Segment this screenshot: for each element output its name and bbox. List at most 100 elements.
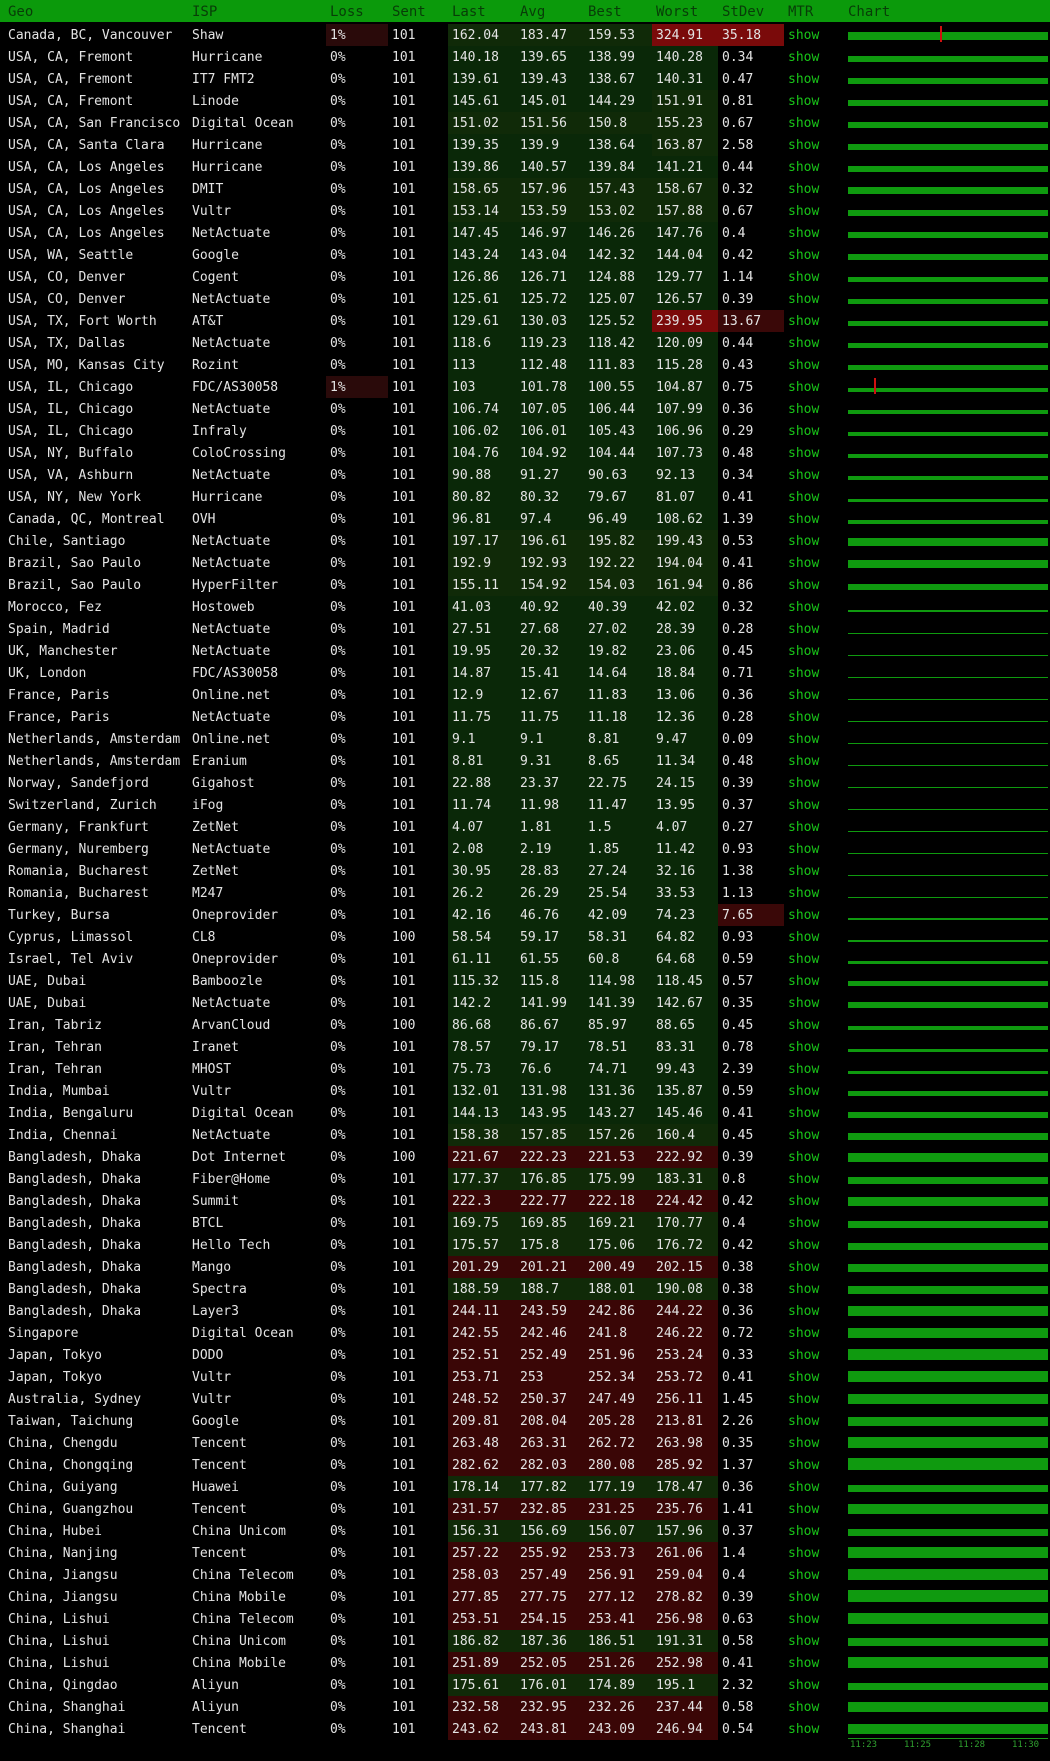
mtr-show-link[interactable]: show bbox=[788, 28, 819, 43]
best-cell: 11.18 bbox=[588, 710, 628, 725]
header-best[interactable]: Best bbox=[588, 4, 622, 20]
mtr-show-link[interactable]: show bbox=[788, 1436, 819, 1451]
mtr-show-link[interactable]: show bbox=[788, 270, 819, 285]
mtr-show-link[interactable]: show bbox=[788, 952, 819, 967]
header-last[interactable]: Last bbox=[452, 4, 486, 20]
mtr-show-link[interactable]: show bbox=[788, 666, 819, 681]
mtr-show-link[interactable]: show bbox=[788, 644, 819, 659]
mtr-show-link[interactable]: show bbox=[788, 1612, 819, 1627]
mtr-show-link[interactable]: show bbox=[788, 1656, 819, 1671]
mtr-show-link[interactable]: show bbox=[788, 1040, 819, 1055]
worst-cell: 147.76 bbox=[656, 226, 703, 241]
mtr-show-link[interactable]: show bbox=[788, 754, 819, 769]
mtr-show-link[interactable]: show bbox=[788, 974, 819, 989]
geo-cell: USA, CO, Denver bbox=[8, 292, 126, 307]
header-worst[interactable]: Worst bbox=[656, 4, 698, 20]
avg-cell: 157.85 bbox=[520, 1128, 567, 1143]
mtr-show-link[interactable]: show bbox=[788, 908, 819, 923]
mtr-show-link[interactable]: show bbox=[788, 1568, 819, 1583]
mtr-show-link[interactable]: show bbox=[788, 1216, 819, 1231]
mtr-show-link[interactable]: show bbox=[788, 1326, 819, 1341]
isp-cell: Hurricane bbox=[192, 138, 263, 153]
mtr-show-link[interactable]: show bbox=[788, 160, 819, 175]
mtr-show-link[interactable]: show bbox=[788, 732, 819, 747]
header-stdev[interactable]: StDev bbox=[722, 4, 764, 20]
mtr-show-link[interactable]: show bbox=[788, 1348, 819, 1363]
mtr-show-link[interactable]: show bbox=[788, 622, 819, 637]
mtr-show-link[interactable]: show bbox=[788, 1392, 819, 1407]
header-isp[interactable]: ISP bbox=[192, 4, 217, 20]
mtr-show-link[interactable]: show bbox=[788, 314, 819, 329]
mtr-show-link[interactable]: show bbox=[788, 996, 819, 1011]
mtr-show-link[interactable]: show bbox=[788, 402, 819, 417]
mtr-show-link[interactable]: show bbox=[788, 534, 819, 549]
mtr-show-link[interactable]: show bbox=[788, 50, 819, 65]
mtr-show-link[interactable]: show bbox=[788, 292, 819, 307]
mtr-show-link[interactable]: show bbox=[788, 1502, 819, 1517]
mtr-show-link[interactable]: show bbox=[788, 1194, 819, 1209]
mtr-show-link[interactable]: show bbox=[788, 490, 819, 505]
mtr-show-link[interactable]: show bbox=[788, 1524, 819, 1539]
mtr-show-link[interactable]: show bbox=[788, 204, 819, 219]
mtr-show-link[interactable]: show bbox=[788, 358, 819, 373]
mtr-show-link[interactable]: show bbox=[788, 1084, 819, 1099]
loss-cell: 0% bbox=[330, 94, 346, 109]
mtr-show-link[interactable]: show bbox=[788, 820, 819, 835]
mtr-show-link[interactable]: show bbox=[788, 336, 819, 351]
mtr-show-link[interactable]: show bbox=[788, 1700, 819, 1715]
mtr-show-link[interactable]: show bbox=[788, 600, 819, 615]
mtr-show-link[interactable]: show bbox=[788, 1370, 819, 1385]
mtr-show-link[interactable]: show bbox=[788, 446, 819, 461]
mtr-show-link[interactable]: show bbox=[788, 94, 819, 109]
header-mtr[interactable]: MTR bbox=[788, 4, 813, 20]
header-sent[interactable]: Sent bbox=[392, 4, 426, 20]
mtr-show-link[interactable]: show bbox=[788, 72, 819, 87]
header-avg[interactable]: Avg bbox=[520, 4, 545, 20]
mtr-show-link[interactable]: show bbox=[788, 1106, 819, 1121]
mtr-show-link[interactable]: show bbox=[788, 1304, 819, 1319]
mtr-show-link[interactable]: show bbox=[788, 1590, 819, 1605]
mtr-show-link[interactable]: show bbox=[788, 424, 819, 439]
latency-sparkline bbox=[848, 853, 1048, 854]
mtr-show-link[interactable]: show bbox=[788, 468, 819, 483]
mtr-show-link[interactable]: show bbox=[788, 886, 819, 901]
mtr-show-link[interactable]: show bbox=[788, 776, 819, 791]
mtr-show-link[interactable]: show bbox=[788, 578, 819, 593]
mtr-show-link[interactable]: show bbox=[788, 1458, 819, 1473]
mtr-show-link[interactable]: show bbox=[788, 248, 819, 263]
header-geo[interactable]: Geo bbox=[8, 4, 33, 20]
avg-cell: 208.04 bbox=[520, 1414, 567, 1429]
sent-cell: 101 bbox=[392, 1194, 416, 1209]
mtr-show-link[interactable]: show bbox=[788, 864, 819, 879]
header-loss[interactable]: Loss bbox=[330, 4, 364, 20]
mtr-show-link[interactable]: show bbox=[788, 1150, 819, 1165]
mtr-show-link[interactable]: show bbox=[788, 842, 819, 857]
mtr-show-link[interactable]: show bbox=[788, 1282, 819, 1297]
mtr-show-link[interactable]: show bbox=[788, 1238, 819, 1253]
mtr-show-link[interactable]: show bbox=[788, 930, 819, 945]
mtr-show-link[interactable]: show bbox=[788, 1062, 819, 1077]
mtr-show-link[interactable]: show bbox=[788, 1414, 819, 1429]
mtr-show-link[interactable]: show bbox=[788, 1128, 819, 1143]
worst-cell: 140.28 bbox=[656, 50, 703, 65]
mtr-show-link[interactable]: show bbox=[788, 512, 819, 527]
mtr-show-link[interactable]: show bbox=[788, 1480, 819, 1495]
mtr-show-link[interactable]: show bbox=[788, 1546, 819, 1561]
mtr-show-link[interactable]: show bbox=[788, 1172, 819, 1187]
worst-cell: 81.07 bbox=[656, 490, 696, 505]
mtr-show-link[interactable]: show bbox=[788, 1722, 819, 1737]
mtr-show-link[interactable]: show bbox=[788, 710, 819, 725]
mtr-show-link[interactable]: show bbox=[788, 1678, 819, 1693]
mtr-show-link[interactable]: show bbox=[788, 226, 819, 241]
mtr-show-link[interactable]: show bbox=[788, 380, 819, 395]
mtr-show-link[interactable]: show bbox=[788, 116, 819, 131]
mtr-show-link[interactable]: show bbox=[788, 1634, 819, 1649]
mtr-show-link[interactable]: show bbox=[788, 182, 819, 197]
mtr-show-link[interactable]: show bbox=[788, 138, 819, 153]
mtr-show-link[interactable]: show bbox=[788, 1260, 819, 1275]
mtr-show-link[interactable]: show bbox=[788, 798, 819, 813]
mtr-show-link[interactable]: show bbox=[788, 688, 819, 703]
worst-cell: 74.23 bbox=[656, 908, 696, 923]
mtr-show-link[interactable]: show bbox=[788, 1018, 819, 1033]
mtr-show-link[interactable]: show bbox=[788, 556, 819, 571]
